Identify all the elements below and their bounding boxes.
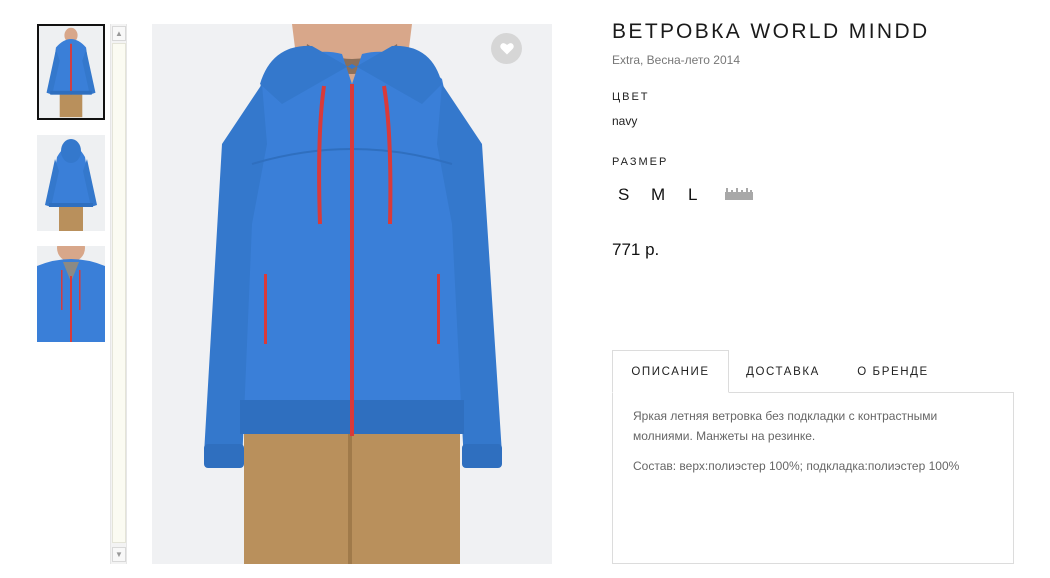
- heart-icon: [499, 43, 514, 55]
- size-chart-button[interactable]: [725, 188, 753, 200]
- color-label: ЦВЕТ: [612, 91, 650, 103]
- chevron-down-icon[interactable]: ▼: [112, 547, 126, 562]
- description-text: Яркая летняя ветровка без подкладки с ко…: [633, 409, 938, 443]
- product-tabs: ОПИСАНИЕ ДОСТАВКА О БРЕНДЕ Яркая летняя …: [612, 350, 1014, 564]
- thumbnail-3-detail[interactable]: [37, 246, 105, 342]
- thumbnail-1-front[interactable]: [37, 24, 105, 120]
- thumbnail-2-back[interactable]: [37, 135, 105, 231]
- ruler-icon: [725, 188, 753, 200]
- product-price: 771 р.: [612, 240, 660, 259]
- product-title: ВЕТРОВКА WORLD MINDD: [612, 20, 930, 43]
- thumbnail-photo: [37, 135, 105, 231]
- main-product-image[interactable]: [152, 24, 552, 564]
- favorite-button[interactable]: [491, 33, 522, 64]
- tab-description[interactable]: ОПИСАНИЕ: [612, 350, 729, 393]
- size-option-m[interactable]: M: [651, 185, 665, 205]
- chevron-up-icon[interactable]: ▲: [112, 26, 126, 41]
- tab-panel-description: Яркая летняя ветровка без подкладки с ко…: [612, 392, 1014, 564]
- thumbnail-photo: [39, 26, 103, 118]
- tab-brand[interactable]: О БРЕНДЕ: [840, 350, 946, 393]
- color-value: navy: [612, 114, 638, 128]
- size-label: РАЗМЕР: [612, 156, 669, 168]
- product-subtitle: Extra, Весна-лето 2014: [612, 53, 740, 67]
- thumbnail-scrollbar[interactable]: ▲ ▼: [110, 24, 127, 564]
- tab-delivery[interactable]: ДОСТАВКА: [729, 350, 837, 393]
- thumbnail-photo: [37, 246, 105, 342]
- jacket-photo: [152, 24, 552, 564]
- composition-text: Состав: верх:полиэстер 100%; подкладка:п…: [633, 459, 960, 473]
- size-option-s[interactable]: S: [618, 185, 629, 205]
- scrollbar-thumb[interactable]: [112, 43, 126, 543]
- size-option-l[interactable]: L: [688, 185, 697, 205]
